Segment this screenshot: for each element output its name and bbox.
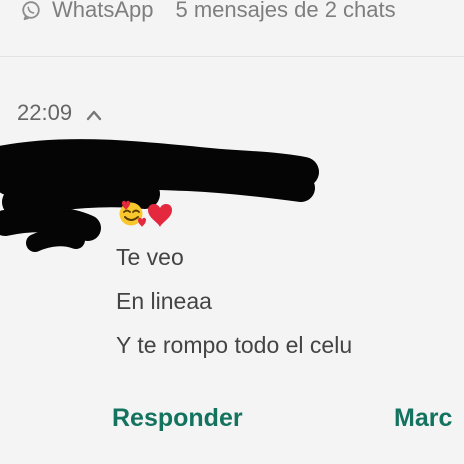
smiling-face-with-hearts-emoji [119,200,146,227]
notification-header[interactable]: WhatsApp 5 mensajes de 2 chats [0,0,464,34]
message-line: Te veo [116,244,184,270]
notification-actions: Responder Marc [0,404,464,440]
mark-as-read-button[interactable]: Marc [394,404,452,433]
notification-screen: WhatsApp 5 mensajes de 2 chats 22:09 Te … [0,0,464,464]
notification-summary: 5 mensajes de 2 chats [175,0,396,22]
message-line: En lineaa [116,288,212,314]
message-line: Y te rompo todo el celu [116,332,353,358]
divider [0,56,464,57]
app-name: WhatsApp [52,0,154,22]
red-heart-emoji [148,204,172,227]
whatsapp-icon [22,1,40,21]
emoji-row [119,200,172,227]
reply-button[interactable]: Responder [112,404,243,433]
